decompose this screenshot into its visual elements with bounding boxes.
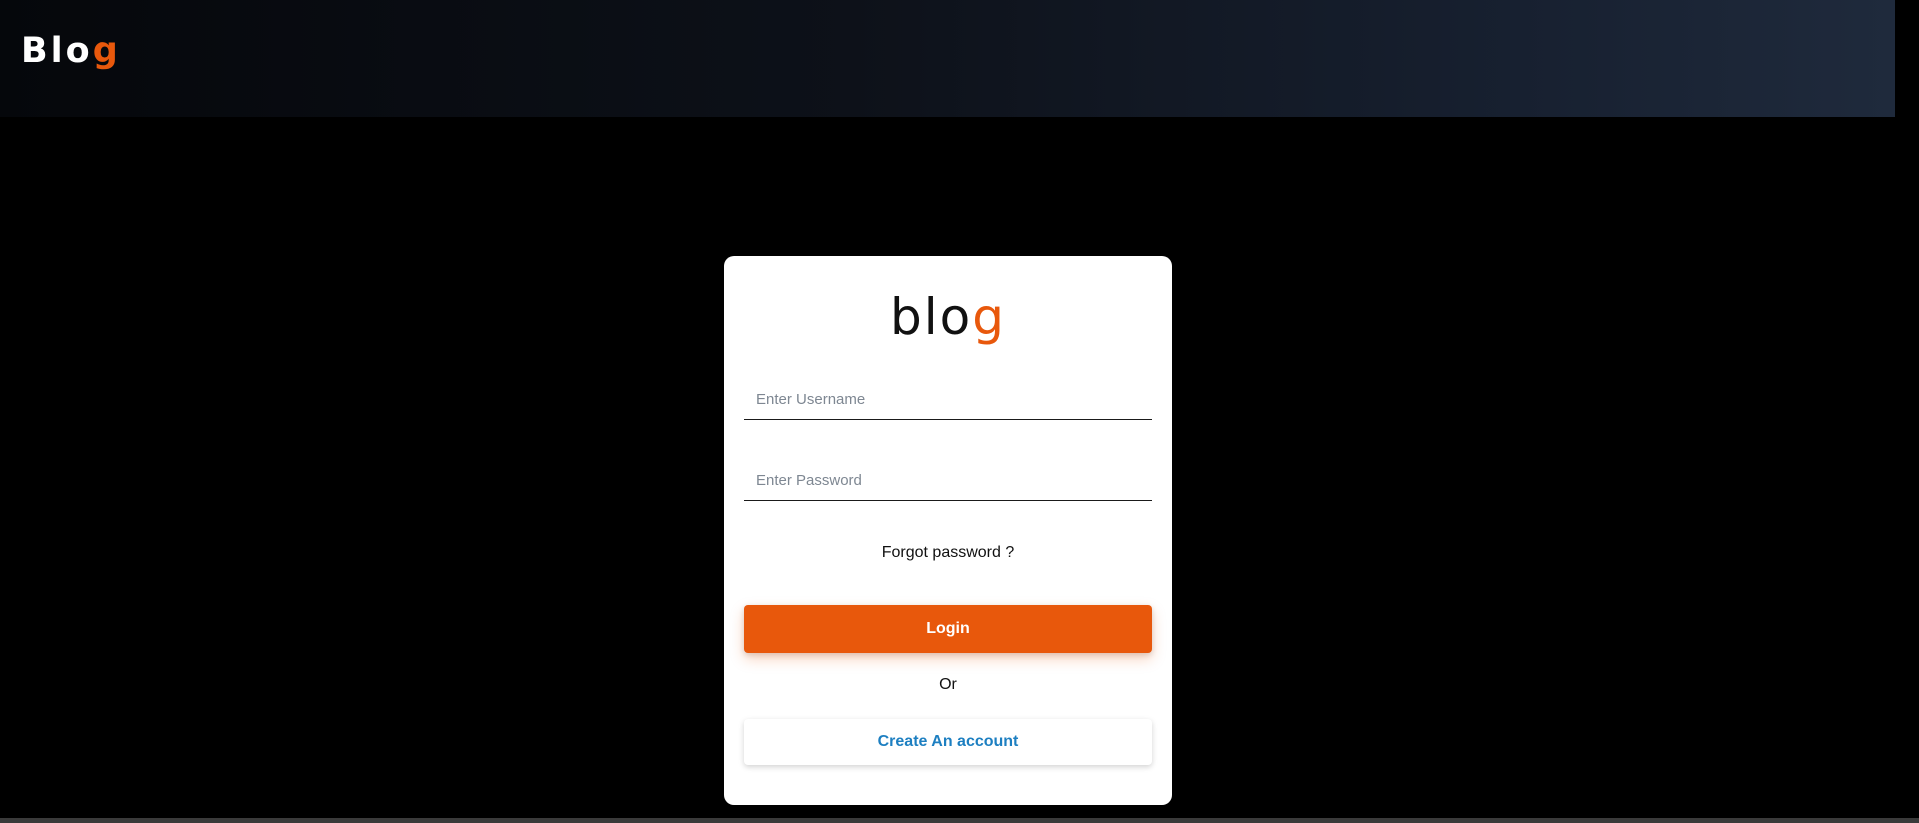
card-logo-main: blo xyxy=(890,288,973,346)
username-input[interactable] xyxy=(744,380,1152,420)
card-logo-accent: g xyxy=(972,288,1006,346)
password-input[interactable] xyxy=(744,461,1152,501)
login-button[interactable]: Login xyxy=(744,605,1152,653)
brand-logo-main: Blo xyxy=(21,31,93,71)
or-divider-text: Or xyxy=(939,676,957,693)
card-logo: blog xyxy=(724,292,1172,342)
page-edge xyxy=(1895,0,1919,823)
create-account-button[interactable]: Create An account xyxy=(744,719,1152,765)
forgot-password-link[interactable]: Forgot password ? xyxy=(724,544,1172,562)
bottom-divider xyxy=(0,818,1919,823)
brand-logo-accent: g xyxy=(92,31,121,71)
top-header: Blog xyxy=(0,0,1895,117)
brand-logo[interactable]: Blog xyxy=(21,34,121,69)
